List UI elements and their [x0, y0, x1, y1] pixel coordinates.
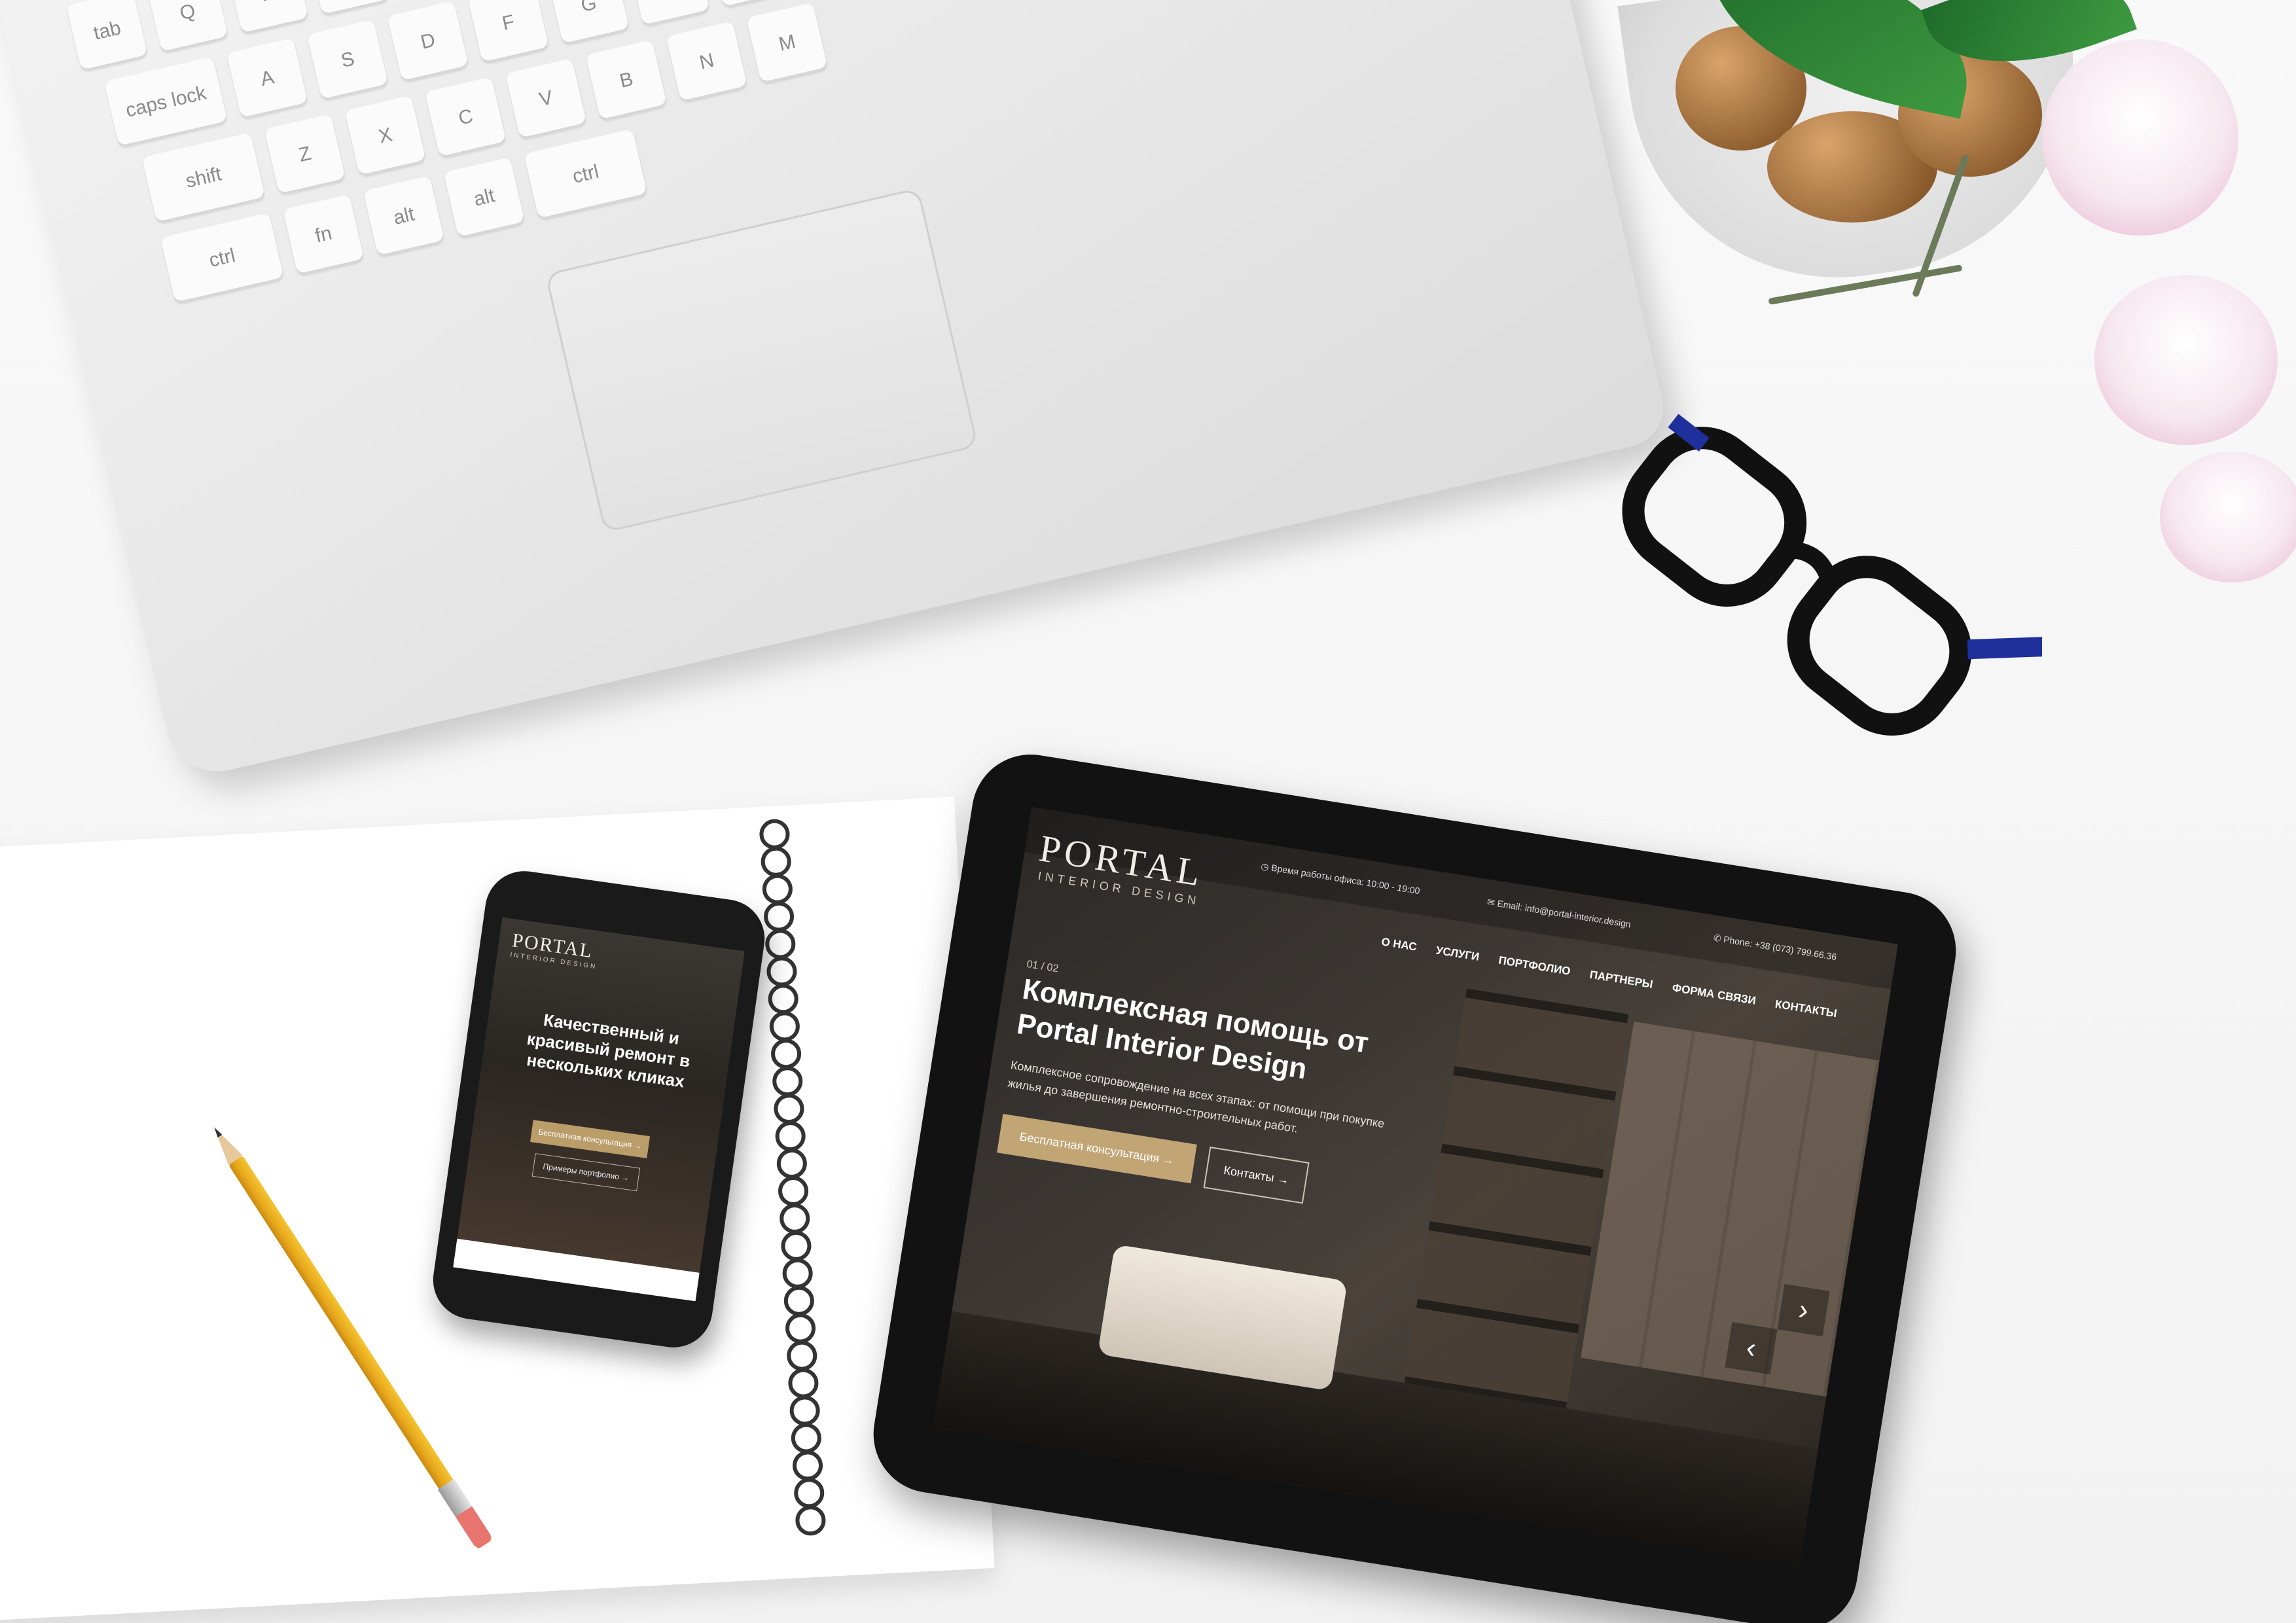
notebook-ring [770, 1038, 802, 1070]
notebook-ring [780, 1230, 812, 1262]
notebook-ring [762, 901, 795, 933]
notebook-ring [759, 818, 791, 850]
nav-item-services[interactable]: УСЛУГИ [1435, 944, 1480, 964]
phone-screen: PORTAL INTERIOR DESIGN Качественный и кр… [453, 917, 745, 1302]
phone-portfolio-button[interactable]: Примеры портфолио → [531, 1153, 641, 1192]
keyboard-key: ctrl [524, 128, 648, 221]
desk-scene: esc1234567890 tabQWERTYUIOP caps lockASD… [0, 0, 2296, 1623]
keyboard-key: N [666, 21, 748, 103]
keyboard-key: S [306, 19, 389, 101]
keyboard-key: alt [363, 175, 445, 258]
keyboard-key: B [585, 39, 668, 122]
nav-item-about[interactable]: О НАС [1380, 935, 1418, 954]
notebook-ring [784, 1312, 817, 1344]
notebook-ring [761, 873, 794, 905]
notebook-ring [790, 1422, 822, 1454]
keyboard-key: tab [66, 0, 149, 72]
orchid-flower [2094, 275, 2278, 445]
orchid-flower [2160, 452, 2296, 582]
tablet-screen: PORTAL INTERIOR DESIGN ◷ Время работы оф… [933, 807, 1898, 1565]
notebook-ring [793, 1477, 825, 1509]
notebook-ring [773, 1092, 805, 1125]
orchid-flower [2042, 39, 2238, 236]
keyboard-key: alt [443, 157, 526, 239]
laptop-touchpad [545, 187, 978, 533]
nav-item-partners[interactable]: ПАРТНЕРЫ [1588, 969, 1653, 991]
notebook-ring [764, 928, 797, 960]
keyboard-key: caps lock [104, 56, 228, 148]
notebook-ring [766, 955, 798, 988]
keyboard-key: F [467, 0, 550, 64]
keyboard-key: H [628, 0, 710, 27]
keyboard-key: X [344, 95, 427, 177]
nav-item-contacts[interactable]: КОНТАКТЫ [1774, 998, 1838, 1021]
keyboard-key: M [746, 2, 829, 84]
notebook-ring [768, 1010, 801, 1043]
keyboard-key: fn [283, 194, 365, 276]
notebook-ring [774, 1120, 806, 1152]
free-consultation-button[interactable]: Бесплатная консультация → [997, 1114, 1197, 1184]
phone-bottom-bar [453, 1238, 700, 1302]
notebook-ring [789, 1395, 821, 1427]
nav-item-contact-form[interactable]: ФОРМА СВЯЗИ [1671, 982, 1757, 1008]
keyboard-key: Q [147, 0, 229, 54]
tablet: PORTAL INTERIOR DESIGN ◷ Время работы оф… [865, 746, 1965, 1623]
notebook-ring [760, 846, 792, 878]
keyboard-key: V [505, 58, 587, 140]
phone-consultation-button[interactable]: Бесплатная консультация → [530, 1120, 651, 1158]
phone-hero-title: Качественный и красивый ремонт в несколь… [525, 1010, 692, 1092]
keyboard-key: E [307, 0, 389, 16]
notebook-ring [783, 1285, 816, 1317]
contacts-button[interactable]: Контакты → [1203, 1147, 1310, 1204]
keyboard-key: J [708, 0, 791, 9]
eyeglasses [1622, 414, 2042, 736]
next-slide-arrow-icon[interactable]: › [1777, 1283, 1830, 1337]
notebook-ring [777, 1175, 810, 1207]
keyboard-key: D [387, 1, 469, 82]
keyboard-key: C [425, 77, 507, 158]
laptop: esc1234567890 tabQWERTYUIOP caps lockASD… [0, 0, 1671, 782]
notebook-ring [776, 1147, 808, 1180]
notebook-ring [795, 1505, 827, 1537]
notebook-ring [781, 1257, 814, 1289]
keyboard-key: A [226, 37, 308, 120]
notebook-ring [772, 1065, 804, 1097]
keyboard-key: Z [264, 113, 346, 196]
notebook-ring [786, 1340, 818, 1372]
keyboard-key: ctrl [160, 213, 285, 304]
nav-item-portfolio[interactable]: ПОРТФОЛИО [1498, 954, 1571, 978]
notebook-ring [787, 1367, 819, 1399]
notebook-ring [791, 1450, 824, 1482]
keyboard-key: W [227, 0, 309, 35]
keyboard-key: shift [141, 132, 266, 224]
prev-slide-arrow-icon[interactable]: ‹ [1725, 1322, 1778, 1375]
keyboard-key: G [548, 0, 630, 46]
notebook-ring [767, 983, 799, 1015]
notebook-ring [779, 1202, 811, 1235]
